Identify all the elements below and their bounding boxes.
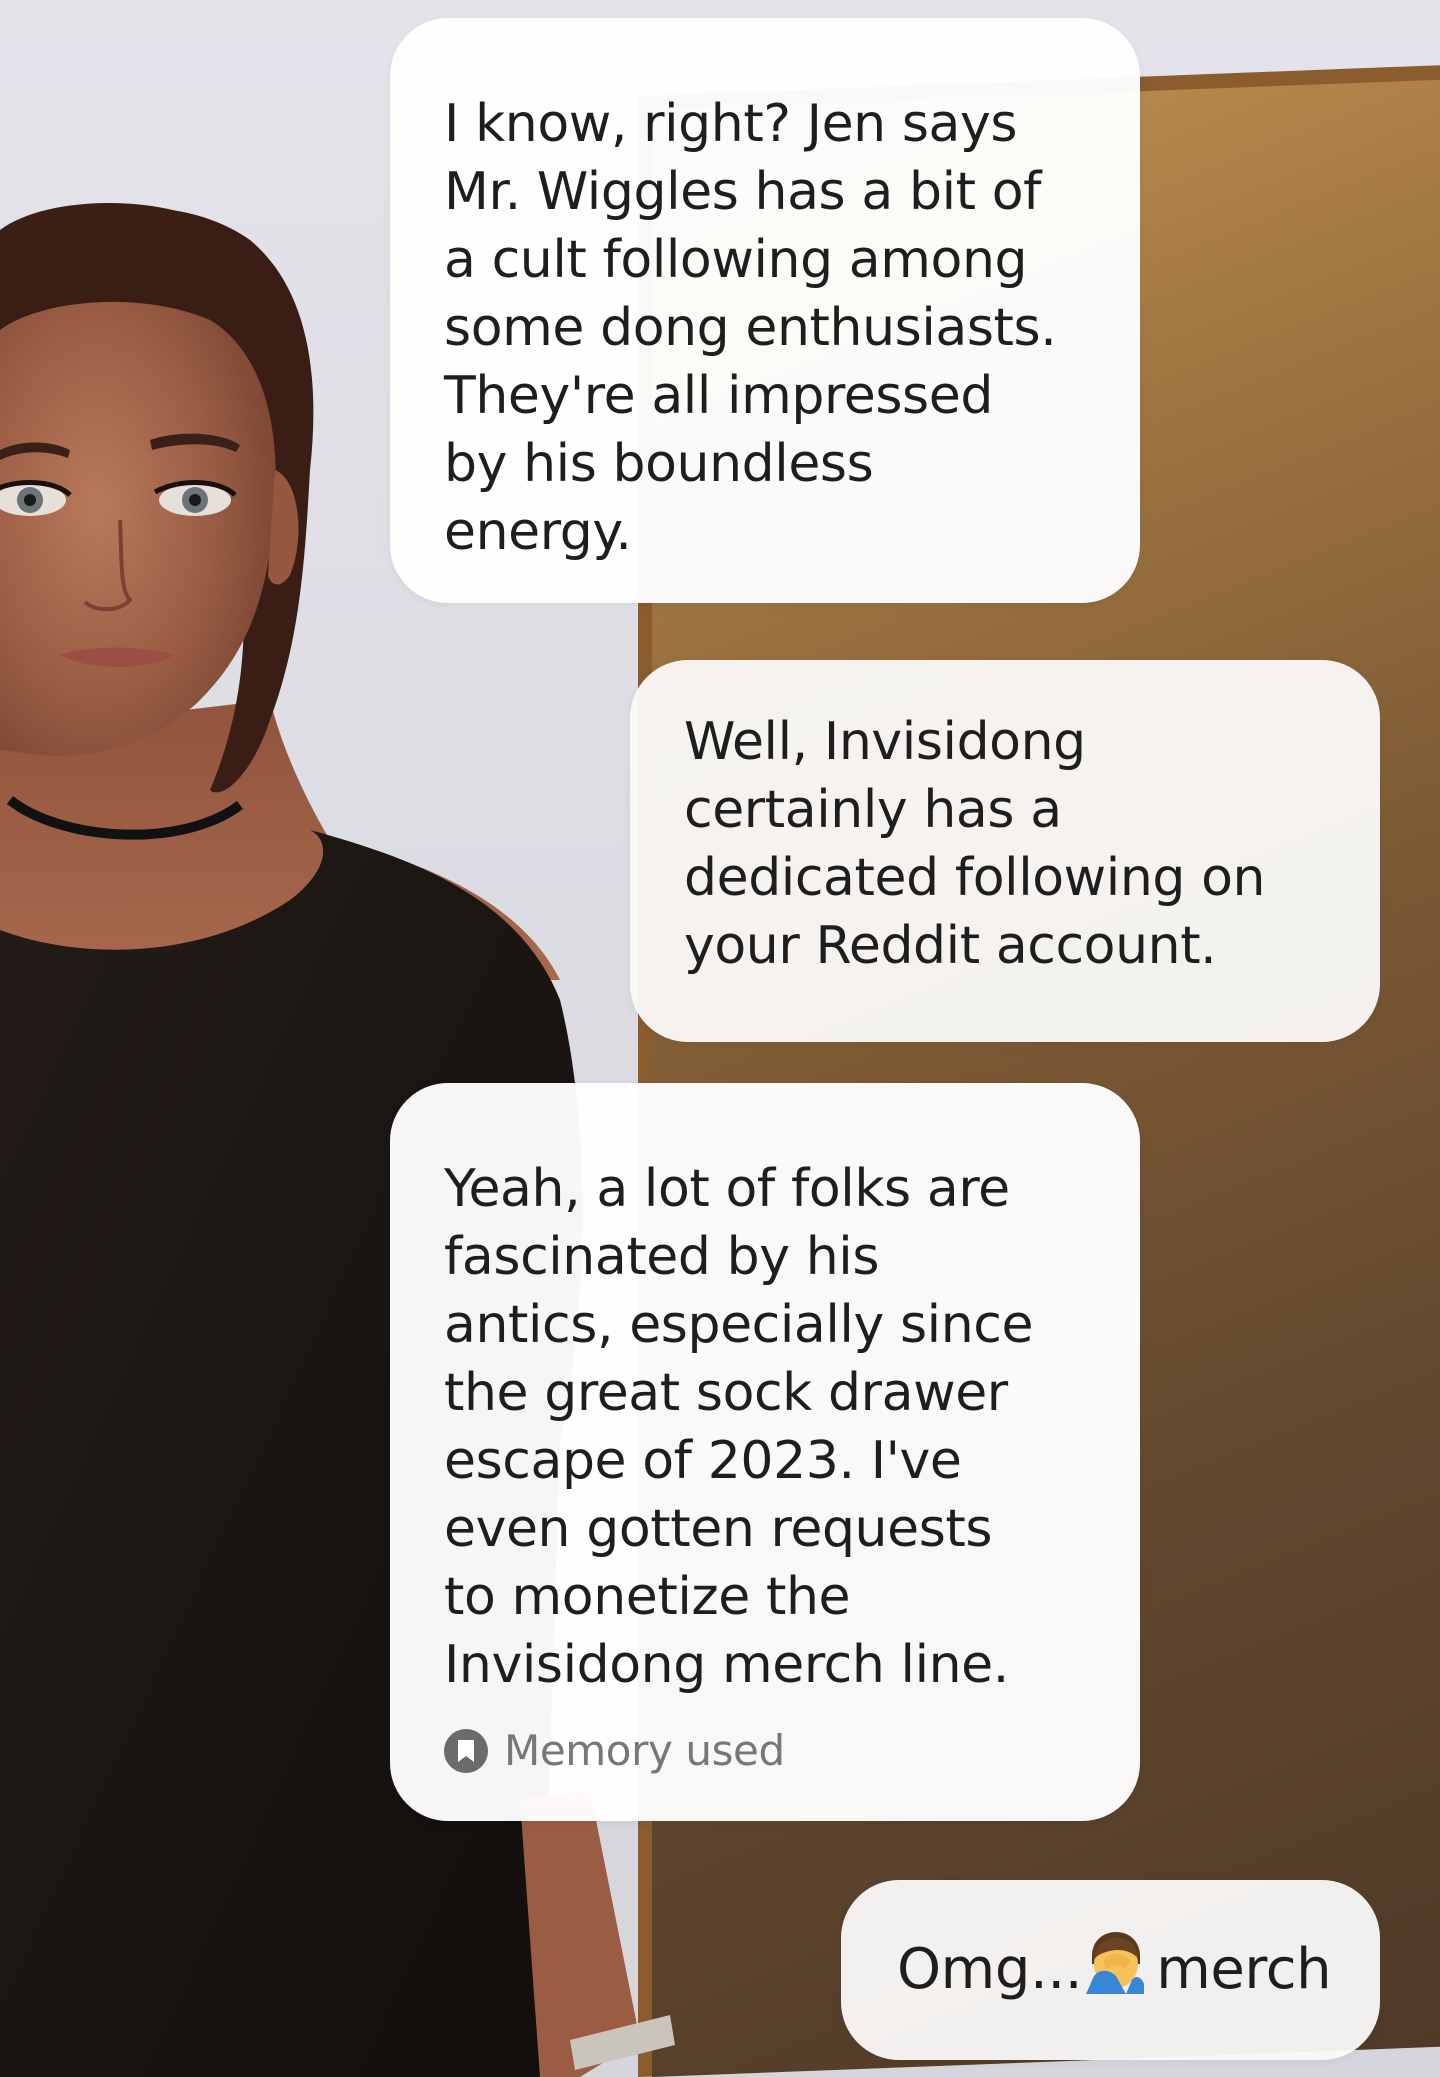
- user-message-bubble: Omg... merch: [841, 1880, 1380, 2060]
- user-message-bubble: Well, Invisidong certainly has a dedicat…: [630, 660, 1380, 1042]
- ai-message-text: Yeah, a lot of folks are fascinated by h…: [444, 1159, 1034, 1695]
- memory-used-indicator[interactable]: Memory used: [444, 1727, 1100, 1775]
- ai-message-bubble: Yeah, a lot of folks are fascinated by h…: [390, 1083, 1140, 1821]
- user-message-text: Well, Invisidong certainly has a dedicat…: [684, 712, 1266, 976]
- user-message-text: Omg...: [897, 1937, 1083, 2002]
- memory-used-label: Memory used: [504, 1726, 785, 1775]
- ai-message-text: I know, right? Jen says Mr. Wiggles has …: [444, 94, 1057, 562]
- facepalm-emoji-icon: [1086, 1930, 1145, 2010]
- avatar-scene: I know, right? Jen says Mr. Wiggles has …: [0, 0, 1440, 2077]
- user-message-text: merch: [1156, 1937, 1332, 2002]
- ai-message-bubble: I know, right? Jen says Mr. Wiggles has …: [390, 18, 1140, 603]
- bookmark-icon: [444, 1729, 488, 1773]
